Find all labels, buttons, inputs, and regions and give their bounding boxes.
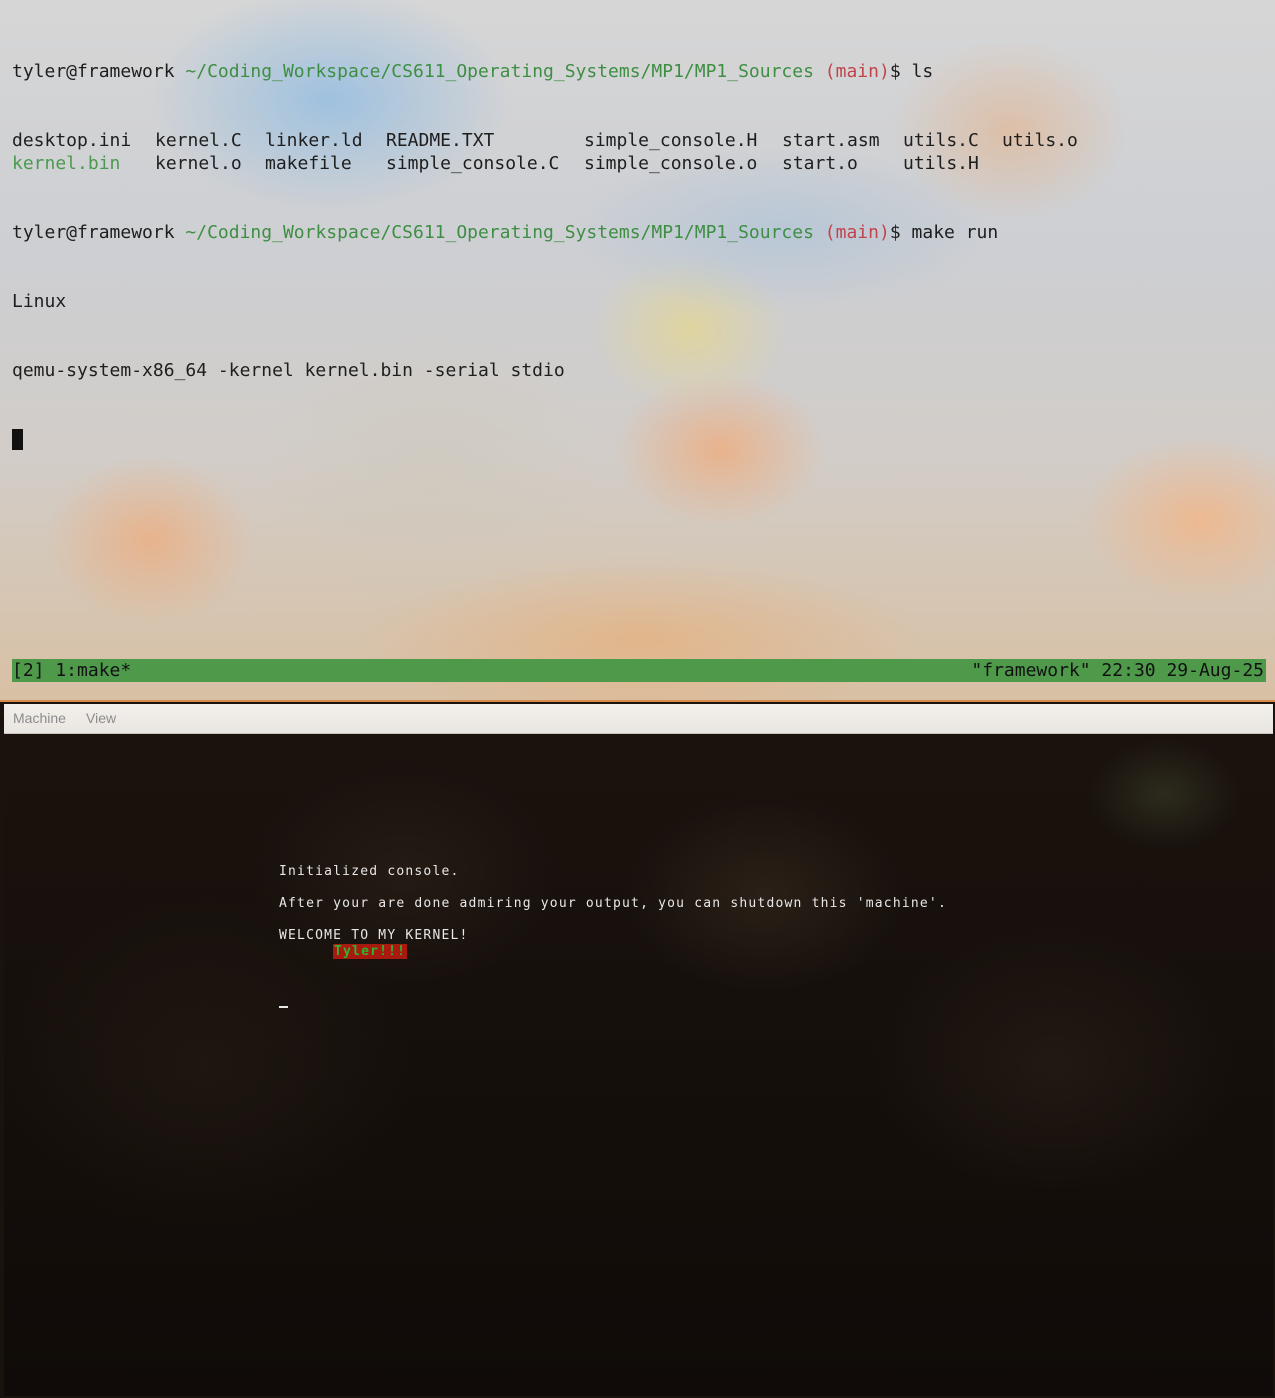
console-line-initialized: Initialized console. bbox=[279, 864, 460, 879]
file-entry: utils.C bbox=[903, 130, 979, 151]
prompt-line-1: tyler@framework ~/Coding_Workspace/CS611… bbox=[12, 60, 998, 83]
console-line-welcome: WELCOME TO MY KERNEL! bbox=[279, 928, 469, 943]
tmux-status-bar: [2] 1:make* "framework" 22:30 29-Aug-25 bbox=[12, 659, 1266, 682]
prompt-user-host: tyler@framework bbox=[12, 61, 175, 82]
output-line: qemu-system-x86_64 -kernel kernel.bin -s… bbox=[12, 360, 565, 381]
qemu-window[interactable]: Machine View Initialized console. After … bbox=[4, 704, 1273, 1396]
file-entry: simple_console.o bbox=[584, 153, 758, 174]
file-entry-executable: kernel.bin bbox=[12, 153, 121, 174]
command-text: ls bbox=[911, 61, 934, 82]
qemu-menubar: Machine View bbox=[4, 704, 1273, 734]
menu-machine[interactable]: Machine bbox=[13, 710, 66, 726]
file-entry: utils.o bbox=[1002, 130, 1078, 151]
file-entry: start.o bbox=[782, 153, 858, 174]
terminal-window[interactable]: tyler@framework ~/Coding_Workspace/CS611… bbox=[0, 0, 1275, 702]
prompt-line-2: tyler@framework ~/Coding_Workspace/CS611… bbox=[12, 221, 998, 244]
file-entry: README.TXT bbox=[386, 130, 495, 151]
file-entry: kernel.C bbox=[155, 130, 242, 151]
prompt-symbol: $ bbox=[889, 61, 901, 82]
prompt-symbol: $ bbox=[889, 222, 901, 243]
terminal-cursor-line bbox=[12, 428, 998, 451]
prompt-path: ~/Coding_Workspace/CS611_Operating_Syste… bbox=[185, 61, 814, 82]
file-entry: desktop.ini bbox=[12, 130, 132, 151]
command-text: make run bbox=[911, 222, 999, 243]
file-entry: start.asm bbox=[782, 130, 880, 151]
prompt-git-branch: (main) bbox=[824, 61, 890, 82]
prompt-path: ~/Coding_Workspace/CS611_Operating_Syste… bbox=[185, 222, 814, 243]
console-highlight-name: Tyler!!! bbox=[333, 944, 408, 959]
output-line: Linux bbox=[12, 291, 67, 312]
terminal-output: tyler@framework ~/Coding_Workspace/CS611… bbox=[12, 14, 1078, 497]
file-entry: utils.H bbox=[903, 153, 979, 174]
console-line-shutdown-hint: After your are done admiring your output… bbox=[279, 896, 947, 911]
file-entry: simple_console.C bbox=[386, 153, 560, 174]
ls-output: desktop.ini kernel.C linker.ld README.TX… bbox=[12, 129, 1078, 175]
file-entry: makefile bbox=[265, 153, 352, 174]
tmux-status-right: "framework" 22:30 29-Aug-25 bbox=[971, 660, 1264, 681]
file-entry: simple_console.H bbox=[584, 130, 758, 151]
file-entry: linker.ld bbox=[265, 130, 363, 151]
menu-view[interactable]: View bbox=[86, 710, 116, 726]
prompt-git-branch: (main) bbox=[824, 222, 890, 243]
console-cursor bbox=[279, 1006, 288, 1008]
file-entry: kernel.o bbox=[155, 153, 242, 174]
qemu-display[interactable]: Initialized console. After your are done… bbox=[4, 734, 1273, 1396]
tmux-window-list[interactable]: [2] 1:make* bbox=[12, 659, 131, 682]
